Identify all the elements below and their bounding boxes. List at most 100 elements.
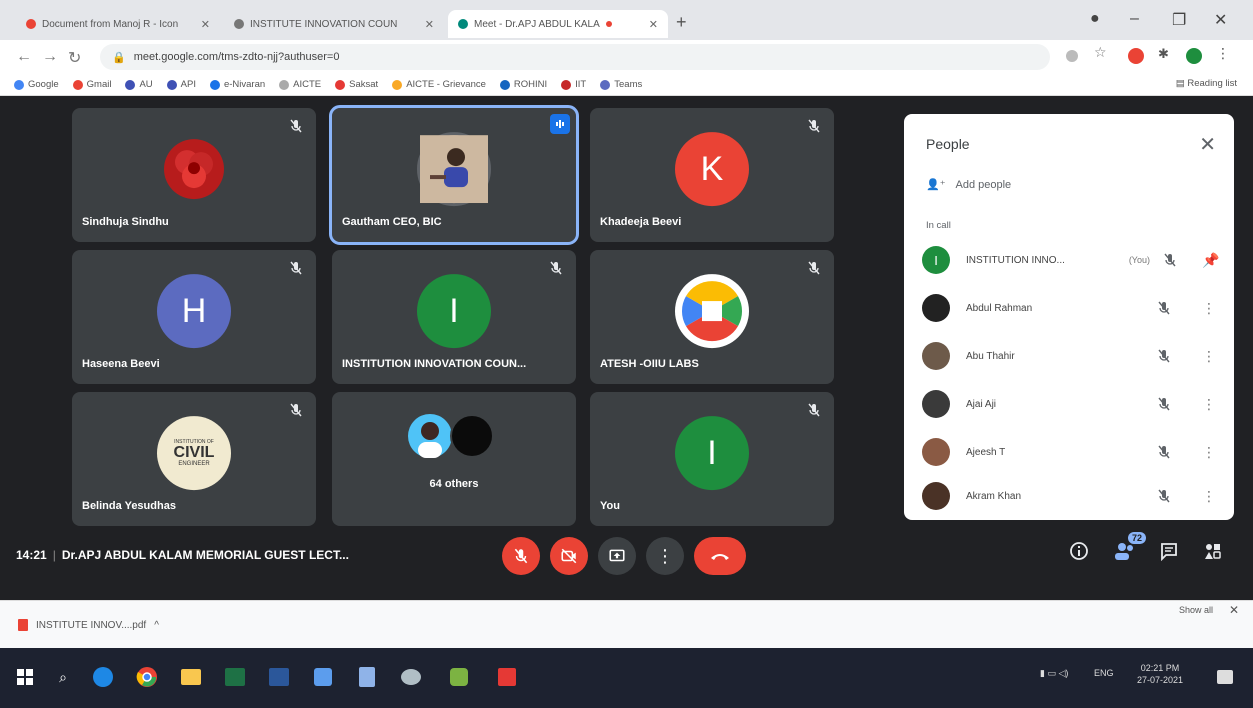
participant-tile[interactable]: I INSTITUTION INNOVATION COUN... [332, 250, 576, 384]
extension-icon[interactable] [1128, 48, 1144, 64]
taskbar-clock[interactable]: 02:21 PM 27-07-2021 [1137, 662, 1183, 686]
acrobat-icon[interactable] [494, 664, 520, 690]
bookmark[interactable]: AICTE [279, 79, 321, 90]
close-tab-icon[interactable]: ✕ [425, 18, 434, 31]
leave-call-button[interactable] [694, 537, 746, 575]
bookmark[interactable]: e-Nivaran [209, 79, 265, 90]
present-screen-button[interactable] [598, 537, 636, 575]
calculator-icon[interactable] [354, 664, 380, 690]
tab-meet[interactable]: Meet - Dr.APJ ABDUL KALA ✕ [448, 10, 668, 38]
people-button[interactable]: 72 [1112, 532, 1146, 564]
participant-row[interactable]: I INSTITUTION INNO... (You) 📌 [922, 240, 1219, 280]
file-explorer-icon[interactable] [178, 664, 204, 690]
windows-taskbar: ⌕ ▮ ▭ ◁) ENG 02:21 PM 27-07-2021 [0, 648, 1253, 708]
bookmark[interactable]: ROHINI [499, 79, 547, 90]
iit-icon [561, 79, 572, 90]
language-indicator[interactable]: ENG [1094, 668, 1114, 678]
close-tab-icon[interactable]: ✕ [649, 18, 658, 31]
profile-avatar[interactable] [1186, 48, 1202, 64]
url-text: meet.google.com/tms-zdto-njj?authuser=0 [133, 51, 340, 63]
camera-icon[interactable] [1066, 50, 1078, 62]
maximize-icon[interactable]: ❐ [1172, 10, 1186, 30]
pin-icon[interactable]: 📌 [1202, 252, 1219, 269]
more-options-icon[interactable]: ⋮ [1202, 444, 1216, 461]
participant-row[interactable]: Abdul Rahman ⋮ [922, 288, 1216, 328]
forward-icon[interactable]: → [42, 48, 58, 66]
participant-tile[interactable]: INSTITUTION OF CIVIL ENGINEER Belinda Ye… [72, 392, 316, 526]
tab-institute[interactable]: INSTITUTE INNOVATION COUN ✕ [224, 10, 444, 38]
edge-icon[interactable] [90, 664, 116, 690]
close-tab-icon[interactable]: ✕ [201, 18, 210, 31]
camera-toggle-button[interactable] [550, 537, 588, 575]
bookmark[interactable]: AICTE - Grievance [392, 79, 486, 90]
bookmark[interactable]: AU [125, 79, 153, 90]
participant-name: INSTITUTION INNOVATION COUN... [342, 358, 527, 370]
mic-off-icon[interactable] [1156, 444, 1172, 460]
meeting-details[interactable]: 14:21 | Dr.APJ ABDUL KALAM MEMORIAL GUEST … [16, 548, 349, 562]
more-options-icon[interactable]: ⋮ [1202, 348, 1216, 365]
tab-document[interactable]: Document from Manoj R - Icon ✕ [16, 10, 220, 38]
puzzle-app-icon[interactable] [446, 664, 472, 690]
show-all-button[interactable]: Show all [1179, 605, 1213, 615]
more-options-icon[interactable]: ⋮ [1202, 488, 1216, 505]
rose-avatar [157, 132, 231, 206]
more-options-button[interactable]: ⋮ [646, 537, 684, 575]
participant-row[interactable]: Ajai Aji ⋮ [922, 384, 1216, 424]
close-panel-icon[interactable]: ✕ [1199, 132, 1216, 157]
mic-off-icon[interactable] [1162, 252, 1178, 268]
participant-row[interactable]: Akram Khan ⋮ [922, 476, 1216, 516]
self-tile[interactable]: I You [590, 392, 834, 526]
puzzle-icon[interactable]: ✱ [1158, 46, 1174, 62]
windows-start-icon[interactable] [12, 664, 38, 690]
star-icon[interactable]: ☆ [1094, 44, 1110, 60]
bookmark[interactable]: Teams [600, 79, 642, 90]
meeting-time: 14:21 [16, 548, 47, 562]
notification-icon[interactable] [1212, 664, 1238, 690]
profile-icon[interactable]: ● [1090, 10, 1100, 28]
more-options-icon[interactable]: ⋮ [1202, 396, 1216, 413]
mic-off-icon[interactable] [1156, 348, 1172, 364]
address-bar[interactable]: 🔒 meet.google.com/tms-zdto-njj?authuser=… [100, 44, 1050, 70]
participant-tile[interactable]: Sindhuja Sindhu [72, 108, 316, 242]
bookmark[interactable]: Gmail [72, 79, 111, 90]
more-options-icon[interactable]: ⋮ [1202, 300, 1216, 317]
app-icon[interactable] [310, 664, 336, 690]
media-icon[interactable] [398, 664, 424, 690]
others-tile[interactable]: 64 others [332, 392, 576, 526]
back-icon[interactable]: ← [16, 48, 32, 66]
bookmark[interactable]: IIT [561, 79, 586, 90]
mic-off-icon[interactable] [1156, 396, 1172, 412]
minimize-icon[interactable]: – [1130, 10, 1139, 28]
mic-off-icon[interactable] [1156, 488, 1172, 504]
bookmark[interactable]: Saksat [335, 79, 378, 90]
reading-list[interactable]: ▤ Reading list [1176, 78, 1237, 89]
chevron-up-icon[interactable]: ^ [154, 620, 159, 631]
excel-icon[interactable] [222, 664, 248, 690]
reload-icon[interactable]: ↻ [68, 48, 81, 68]
participant-row[interactable]: Ajeesh T ⋮ [922, 432, 1216, 472]
new-tab-icon[interactable]: + [676, 12, 687, 33]
menu-icon[interactable]: ⋮ [1216, 45, 1232, 61]
download-item[interactable]: INSTITUTE INNOV....pdf ^ [18, 619, 159, 631]
add-people-button[interactable]: 👤⁺ Add people [926, 178, 1011, 192]
participant-tile[interactable]: K Khadeeja Beevi [590, 108, 834, 242]
bookmark[interactable]: API [166, 79, 196, 90]
chat-button[interactable] [1156, 538, 1182, 564]
mic-off-icon[interactable] [1156, 300, 1172, 316]
search-icon[interactable]: ⌕ [50, 664, 76, 690]
participant-tile-active[interactable]: Gautham CEO, BIC [329, 105, 579, 245]
clock-time: 02:21 PM [1140, 663, 1180, 673]
participant-tile[interactable]: ATESH -OIIU LABS [590, 250, 834, 384]
mic-toggle-button[interactable] [502, 537, 540, 575]
close-download-bar-icon[interactable]: ✕ [1229, 603, 1239, 617]
participant-tile[interactable]: H Haseena Beevi [72, 250, 316, 384]
tab-strip: Document from Manoj R - Icon ✕ INSTITUTE… [0, 0, 1253, 40]
activities-button[interactable] [1200, 538, 1226, 564]
participant-row[interactable]: Abu Thahir ⋮ [922, 336, 1216, 376]
word-icon[interactable] [266, 664, 292, 690]
meeting-info-icon[interactable] [1066, 538, 1092, 564]
bookmark[interactable]: Google [14, 79, 59, 90]
close-window-icon[interactable]: ✕ [1214, 10, 1227, 30]
tray-icons[interactable]: ▮ ▭ ◁) [1040, 668, 1068, 679]
chrome-icon[interactable] [134, 664, 160, 690]
